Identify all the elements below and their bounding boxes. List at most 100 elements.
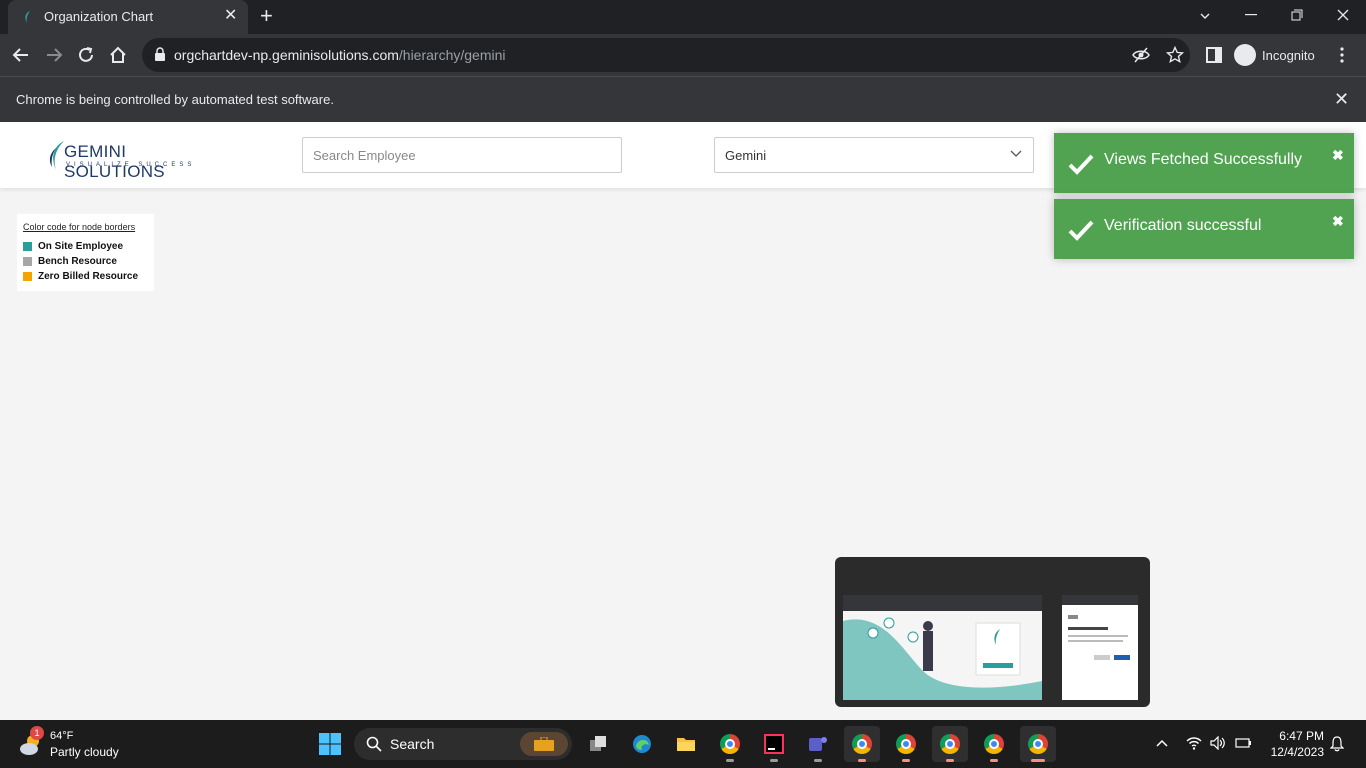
reload-icon[interactable] (77, 46, 95, 64)
tab-title: Organization Chart (44, 9, 154, 24)
notification-bell-icon[interactable] (1330, 736, 1344, 752)
weather-notification-badge: 1 (30, 726, 44, 740)
gemini-leaf-logo-icon (49, 141, 64, 170)
restore-icon[interactable] (1291, 9, 1303, 21)
intellij-icon (764, 734, 784, 754)
chrome-icon (1028, 734, 1048, 754)
windows-start-icon[interactable] (318, 732, 342, 756)
company-logo[interactable]: GEMINI SOLUTIONS VISUALIZE SUCCESS (46, 140, 216, 181)
home-icon[interactable] (109, 46, 127, 64)
toast-close-icon[interactable]: ✖ (1332, 147, 1344, 164)
app-running-indicator (814, 759, 822, 762)
legend-title: Color code for node borders (23, 222, 136, 232)
search-employee-input[interactable] (302, 137, 622, 173)
task-view-icon (590, 736, 606, 751)
side-panel-icon[interactable] (1206, 47, 1222, 63)
chrome-window-2[interactable] (888, 726, 924, 762)
incognito-label: Incognito (1262, 47, 1315, 63)
legend-label: Zero Billed Resource (38, 271, 139, 282)
legend-swatch-zero-billed (23, 272, 32, 281)
browser-titlebar: Organization Chart ✕ + (0, 0, 1366, 34)
chrome-window-5[interactable] (1020, 726, 1056, 762)
automation-infobar: Chrome is being controlled by automated … (0, 76, 1366, 122)
chrome-icon (984, 734, 1004, 754)
edge-icon (633, 735, 651, 753)
chrome-window-3[interactable] (932, 726, 968, 762)
file-explorer-app[interactable] (668, 726, 704, 762)
teams-icon (809, 737, 827, 751)
task-view-app[interactable] (580, 726, 616, 762)
toast-views-fetched[interactable]: Views Fetched Successfully ✖ (1054, 133, 1354, 193)
thumbnail-titlebar (1062, 595, 1138, 605)
intellij-app[interactable] (756, 726, 792, 762)
close-window-icon[interactable] (1337, 9, 1349, 21)
window-thumbnail-signin[interactable] (1062, 595, 1138, 700)
weather-widget[interactable]: 1 64°F Partly cloudy (18, 726, 138, 762)
legend-label: Bench Resource (38, 256, 117, 267)
chrome-icon (896, 734, 916, 754)
app-running-indicator (770, 759, 778, 762)
lock-icon[interactable] (154, 47, 166, 61)
url-text[interactable]: orgchartdev-np.geminisolutions.com/hiera… (174, 47, 506, 63)
legend-item: On Site Employee (23, 241, 123, 252)
back-arrow-icon[interactable] (12, 46, 30, 64)
legend-item: Bench Resource (23, 256, 117, 267)
app-running-indicator (726, 759, 734, 762)
toast-message: Verification successful (1104, 217, 1262, 234)
logo-tagline: VISUALIZE SUCCESS (66, 162, 196, 168)
address-bar[interactable]: orgchartdev-np.geminisolutions.com/hiera… (142, 38, 1190, 72)
incognito-icon (1234, 44, 1256, 66)
forward-arrow-icon[interactable] (45, 46, 63, 64)
taskbar-search-label: Search (390, 736, 435, 752)
battery-icon[interactable] (1234, 736, 1252, 750)
url-host: orgchartdev-np.geminisolutions.com (174, 47, 399, 63)
thumbnail-signin-content (1068, 615, 1130, 660)
legend-item: Zero Billed Resource (23, 271, 138, 282)
chevron-down-icon (1010, 150, 1022, 157)
search-icon (366, 736, 382, 752)
chrome-icon (720, 734, 740, 754)
window-thumbnail-orgchart[interactable] (843, 595, 1042, 700)
weather-temperature: 64°F (50, 730, 74, 742)
node-border-legend: Color code for node borders On Site Empl… (17, 214, 154, 291)
clock-time[interactable]: 6:47 PM (1276, 729, 1324, 743)
chrome-window-1[interactable] (844, 726, 880, 762)
browser-tab[interactable]: Organization Chart ✕ (8, 0, 248, 34)
wifi-icon[interactable] (1186, 736, 1202, 750)
volume-icon[interactable] (1210, 736, 1226, 750)
new-tab-button[interactable]: + (260, 5, 273, 27)
toast-verification[interactable]: Verification successful ✖ (1054, 199, 1354, 259)
edge-app[interactable] (624, 726, 660, 762)
chrome-icon (940, 734, 960, 754)
app-running-indicator (858, 759, 866, 762)
organization-select-value: Gemini (725, 148, 767, 163)
folder-icon (677, 738, 695, 751)
toast-close-icon[interactable]: ✖ (1332, 213, 1344, 230)
incognito-profile-button[interactable]: Incognito (1234, 41, 1315, 69)
toast-message: Views Fetched Successfully (1104, 151, 1303, 168)
show-hidden-icons-chevron-icon[interactable] (1156, 738, 1168, 748)
teams-app[interactable] (800, 726, 836, 762)
app-running-indicator (902, 759, 910, 762)
legend-swatch-onsite (23, 242, 32, 251)
taskbar-search[interactable]: Search (354, 728, 572, 760)
search-highlight-image (520, 732, 568, 756)
briefcase-icon (534, 737, 554, 751)
minimize-icon[interactable] (1245, 14, 1257, 16)
more-menu-icon[interactable] (1338, 46, 1346, 64)
taskbar-window-preview (835, 557, 1150, 707)
checkmark-icon (1068, 154, 1094, 175)
bookmark-star-icon[interactable] (1166, 46, 1184, 64)
eye-off-icon[interactable] (1132, 46, 1150, 64)
legend-swatch-bench (23, 257, 32, 266)
thumbnail-illustration (843, 617, 1042, 700)
checkmark-icon (1068, 220, 1094, 241)
tab-close-icon[interactable]: ✕ (224, 8, 237, 24)
infobar-close-icon[interactable]: ✕ (1334, 89, 1349, 110)
chrome-window-4[interactable] (976, 726, 1012, 762)
clock-date[interactable]: 12/4/2023 (1262, 745, 1324, 759)
organization-select[interactable]: Gemini (714, 137, 1034, 173)
tab-search-chevron-icon[interactable] (1199, 10, 1211, 22)
chrome-app[interactable] (712, 726, 748, 762)
legend-label: On Site Employee (38, 241, 124, 252)
